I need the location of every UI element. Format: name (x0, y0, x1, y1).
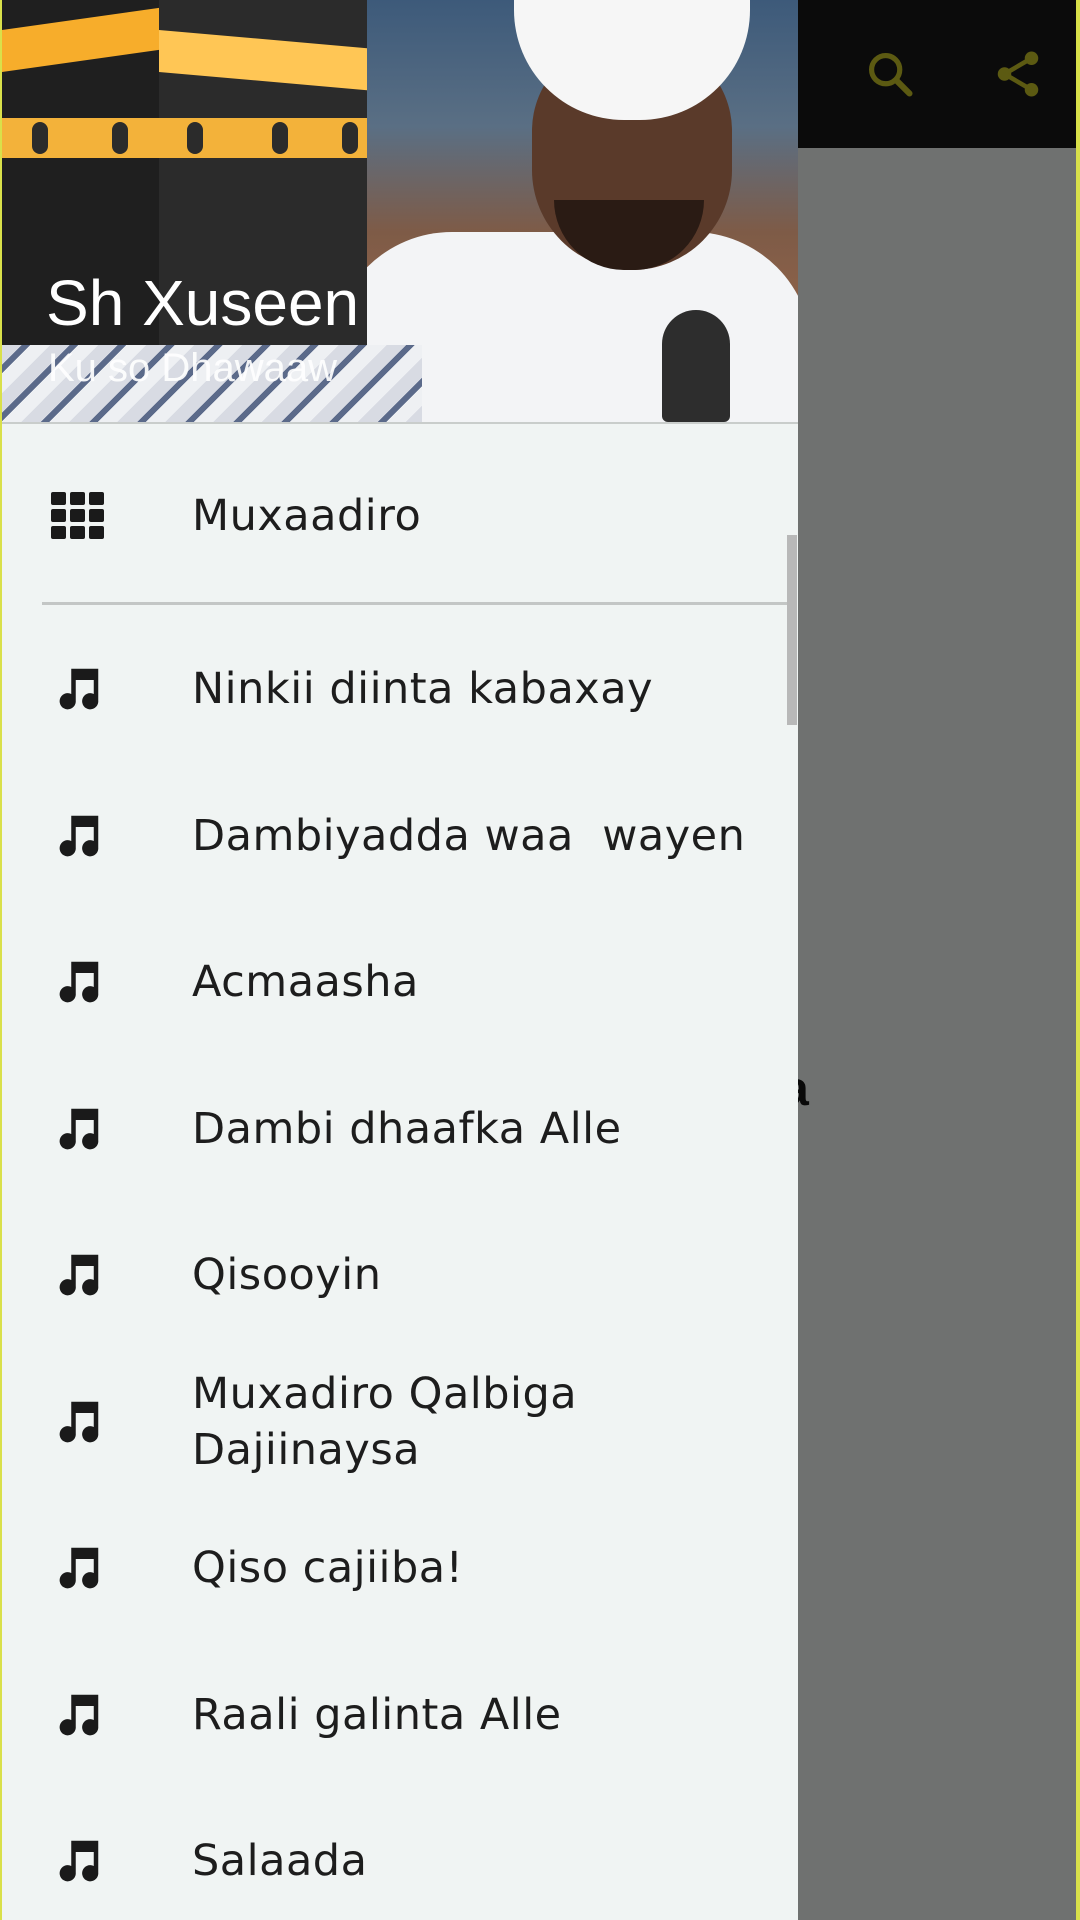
music-note-icon (50, 1101, 106, 1157)
menu-item-track[interactable]: Dambiyadda waa wayen (2, 763, 788, 909)
menu-item-label: Dambiyadda waa wayen (192, 811, 746, 861)
menu-item-label: Raali galinta Alle (192, 1690, 562, 1740)
app-frame: aysa Sh Xuseen Ku so Dhawaaw (2, 0, 1076, 1920)
menu-item-track[interactable]: Muxadiro Qalbiga Dajiinaysa (2, 1349, 788, 1495)
menu-item-label: Muxaadiro (192, 491, 422, 541)
music-note-icon (50, 1540, 106, 1596)
music-note-icon (50, 1687, 106, 1743)
search-button[interactable] (860, 44, 920, 104)
drawer-scrollbar[interactable] (787, 535, 797, 725)
music-note-icon (50, 954, 106, 1010)
share-icon (997, 51, 1039, 97)
menu-item-track[interactable]: Salaada (2, 1788, 788, 1920)
drawer-header-subtitle: Ku so Dhawaaw (48, 346, 338, 390)
menu-item-label: Qisooyin (192, 1250, 382, 1300)
music-note-icon (50, 1247, 106, 1303)
menu-item-track[interactable]: Acmaasha (2, 909, 788, 1055)
music-note-icon (50, 661, 106, 717)
menu-item-label: Qiso cajiiba! (192, 1543, 464, 1593)
menu-item-track[interactable]: Qisooyin (2, 1202, 788, 1348)
music-note-icon (50, 1394, 106, 1450)
menu-item-label: Ninkii diinta kabaxay (192, 664, 654, 714)
menu-item-label: Dambi dhaafka Alle (192, 1104, 622, 1154)
menu-item-track[interactable]: Raali galinta Alle (2, 1642, 788, 1788)
menu-item-muxaadiro[interactable]: Muxaadiro (2, 443, 788, 589)
drawer-header-title: Sh Xuseen (46, 267, 360, 339)
share-button[interactable] (988, 44, 1048, 104)
search-icon (868, 52, 913, 97)
menu-divider (42, 602, 788, 605)
music-note-icon (50, 808, 106, 864)
music-note-icon (50, 1833, 106, 1889)
menu-item-label: Acmaasha (192, 957, 419, 1007)
menu-item-track[interactable]: Dambi dhaafka Alle (2, 1056, 788, 1202)
menu-item-track[interactable]: Ninkii diinta kabaxay (2, 616, 788, 762)
navigation-drawer[interactable]: Sh Xuseen Ku so Dhawaaw Muxaadiro Ninkii… (2, 0, 798, 1920)
menu-item-label: Muxadiro Qalbiga Dajiinaysa (192, 1369, 578, 1475)
menu-item-label: Salaada (192, 1836, 368, 1886)
microphone-image (662, 310, 730, 422)
drawer-header: Sh Xuseen Ku so Dhawaaw (2, 0, 798, 424)
grid-icon (50, 488, 106, 544)
menu-item-track[interactable]: Qiso cajiiba! (2, 1495, 788, 1641)
